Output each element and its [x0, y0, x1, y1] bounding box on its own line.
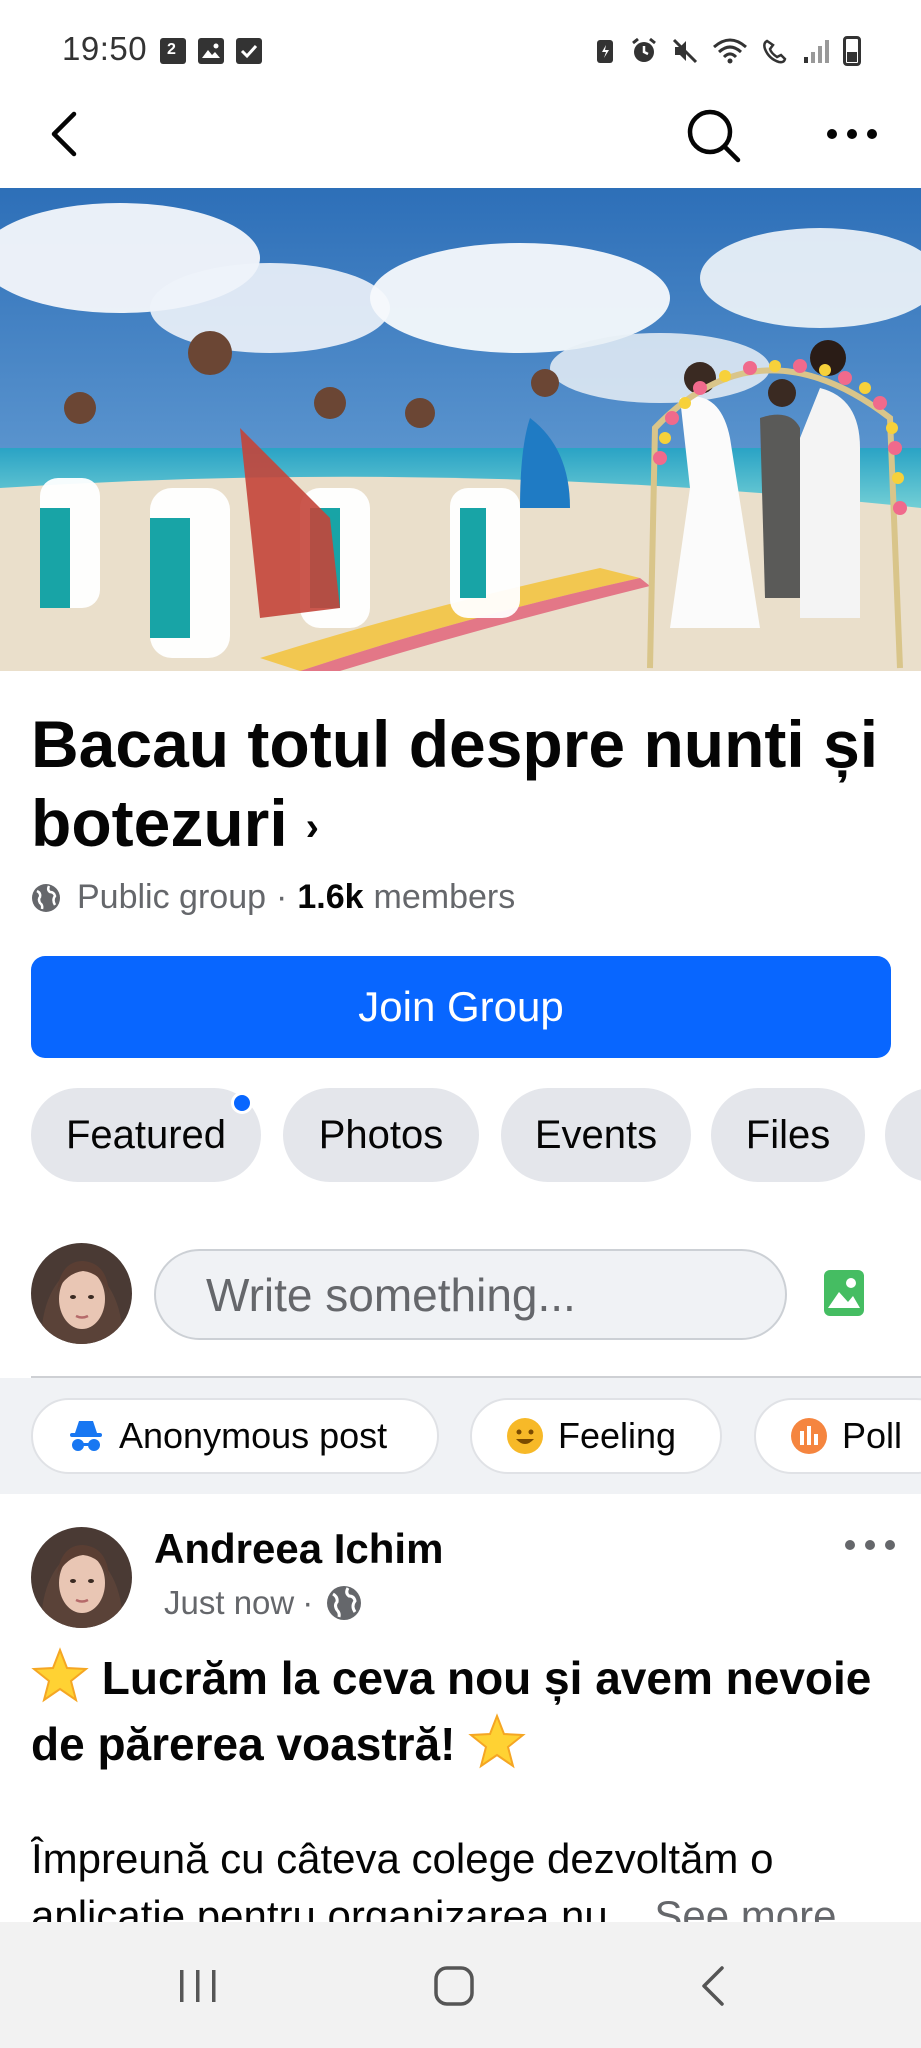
back-nav-icon[interactable] — [684, 1958, 744, 2014]
avatar[interactable] — [31, 1243, 132, 1344]
join-group-button[interactable]: Join Group — [31, 956, 891, 1058]
tab-featured[interactable]: Featured — [31, 1088, 261, 1182]
home-icon[interactable] — [424, 1958, 484, 2014]
group-title[interactable]: Bacau totul despre nunti și botezuri › — [31, 705, 891, 867]
search-icon[interactable] — [682, 104, 746, 168]
group-title-text: Bacau totul despre nunti și botezuri — [31, 707, 879, 860]
chevron-right-icon: › — [305, 805, 319, 849]
composer-placeholder: Write something... — [206, 1268, 576, 1321]
signal-icon — [804, 40, 829, 63]
meta-separator: · — [302, 1584, 314, 1621]
chip-label: Feeling — [558, 1415, 677, 1456]
status-left-icons: 2 — [160, 38, 262, 64]
status-bar: 19:50 2 — [0, 0, 921, 80]
alarm-icon — [632, 37, 656, 62]
feeling-icon — [507, 1418, 543, 1454]
group-cover-photo[interactable] — [0, 188, 921, 671]
tab-label: Photos — [318, 1112, 444, 1157]
post-author-avatar[interactable] — [31, 1527, 132, 1628]
more-horizontal-icon[interactable] — [822, 104, 882, 164]
anonymous-post-button[interactable]: Anonymous post — [31, 1398, 439, 1474]
tab-events[interactable]: Events — [501, 1088, 691, 1182]
chip-label: Anonymous post — [119, 1415, 388, 1456]
chevron-left-icon[interactable] — [38, 104, 98, 164]
system-nav-bar — [0, 1922, 921, 2048]
post-headline-text: Lucrăm la ceva nou și avem nevoie de păr… — [31, 1652, 872, 1770]
members-label: members — [373, 878, 516, 916]
mute-icon — [672, 38, 698, 64]
post-options-bar: Anonymous post Feeling Poll — [0, 1378, 921, 1494]
app-header — [0, 80, 921, 188]
globe-icon — [32, 883, 60, 912]
star-emoji-icon — [31, 1647, 89, 1703]
tab-more[interactable] — [885, 1088, 921, 1182]
star-emoji-icon — [468, 1713, 526, 1769]
members-count: 1.6k — [297, 878, 364, 916]
calendar-icon: 2 — [160, 38, 186, 64]
tab-label: Featured — [65, 1112, 227, 1157]
post-meta: Just now · — [164, 1584, 363, 1622]
see-more-link[interactable]: See more — [654, 1892, 836, 1922]
globe-icon — [327, 1586, 362, 1620]
checkbox-icon — [236, 38, 262, 64]
poll-button[interactable]: Poll — [754, 1398, 921, 1474]
write-something-input[interactable]: Write something... — [154, 1249, 787, 1340]
privacy-label: Public group — [77, 878, 267, 916]
post-time[interactable]: Just now — [164, 1584, 294, 1622]
gallery-icon — [198, 38, 224, 64]
wifi-icon — [713, 38, 747, 64]
tab-label: Events — [534, 1112, 658, 1157]
poll-icon — [791, 1418, 827, 1454]
post-author-name[interactable]: Andreea Ichim — [154, 1525, 443, 1573]
cover-image — [0, 188, 921, 671]
feeling-button[interactable]: Feeling — [470, 1398, 722, 1474]
post-headline: Lucrăm la ceva nou și avem nevoie de păr… — [31, 1645, 891, 1777]
recent-apps-icon[interactable] — [168, 1958, 228, 2014]
wifi-calling-icon — [763, 39, 787, 64]
tab-files[interactable]: Files — [711, 1088, 865, 1182]
meta-separator: · — [276, 878, 288, 916]
photo-icon[interactable] — [822, 1268, 866, 1318]
notification-dot — [231, 1092, 253, 1114]
tab-label: Files — [745, 1112, 831, 1157]
anonymous-icon — [70, 1421, 102, 1451]
more-horizontal-icon[interactable] — [842, 1530, 898, 1560]
battery-icon — [843, 36, 861, 66]
group-tabs: Featured Photos Events Files — [31, 1088, 921, 1182]
chip-label: Poll — [842, 1415, 903, 1456]
group-meta: Public group · 1.6k members — [31, 878, 515, 917]
tab-photos[interactable]: Photos — [283, 1088, 479, 1182]
post-body: Împreună cu câteva colege dezvoltăm o ap… — [31, 1830, 891, 1922]
status-time: 19:50 — [62, 30, 148, 67]
battery-saver-icon — [597, 40, 613, 63]
status-right-icons — [593, 36, 861, 66]
